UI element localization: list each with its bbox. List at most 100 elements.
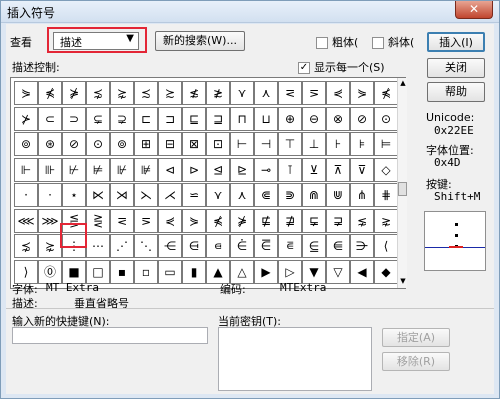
symbol-cell[interactable]: ⋢ bbox=[254, 208, 278, 233]
bold-checkbox[interactable]: 粗体( bbox=[316, 34, 358, 50]
symbol-cell[interactable]: ⋥ bbox=[326, 208, 350, 233]
symbol-cell[interactable]: ⊚ bbox=[110, 132, 134, 156]
symbol-cell[interactable]: ⋏ bbox=[230, 183, 254, 207]
checkbox-box[interactable] bbox=[316, 37, 328, 49]
checkbox-box[interactable] bbox=[372, 37, 384, 49]
symbol-cell[interactable]: ⋱ bbox=[134, 234, 158, 258]
symbol-cell[interactable]: ⋩ bbox=[38, 234, 62, 258]
symbol-cell[interactable]: ▭ bbox=[158, 259, 182, 284]
scroll-down-icon[interactable]: ▼ bbox=[399, 277, 407, 285]
symbol-cell[interactable]: ⊦ bbox=[326, 132, 350, 156]
symbol-cell[interactable]: ⊳ bbox=[182, 157, 206, 182]
symbol-cell[interactable]: ⊏ bbox=[134, 106, 158, 131]
symbol-cell[interactable]: ⊕ bbox=[278, 106, 302, 131]
symbol-cell[interactable]: ⊗ bbox=[326, 106, 350, 131]
symbol-cell[interactable]: ⓪ bbox=[38, 259, 62, 284]
symbol-cell[interactable]: ⊃ bbox=[62, 106, 86, 131]
symbol-cell[interactable]: ⋋ bbox=[134, 183, 158, 207]
symbol-cell[interactable]: ◀ bbox=[350, 259, 374, 284]
symbol-cell[interactable]: ≵ bbox=[206, 81, 230, 105]
symbol-cell[interactable]: ⊴ bbox=[206, 157, 230, 182]
symbol-cell[interactable]: ⋦ bbox=[350, 208, 374, 233]
new-search-button[interactable]: 新的搜索(W)... bbox=[155, 31, 245, 51]
symbol-cell[interactable]: ◇ bbox=[374, 157, 398, 182]
symbol-cell[interactable]: ⋟ bbox=[350, 81, 374, 105]
symbol-cell[interactable]: ⋔ bbox=[350, 183, 374, 207]
symbol-cell[interactable]: ⋍ bbox=[182, 183, 206, 207]
symbol-cell[interactable]: ⋨ bbox=[14, 234, 38, 258]
symbol-cell[interactable]: ⋸ bbox=[302, 234, 326, 258]
symbol-cell[interactable]: ⋣ bbox=[278, 208, 302, 233]
symbol-cell[interactable]: ▽ bbox=[326, 259, 350, 284]
symbol-cell[interactable]: ⊯ bbox=[134, 157, 158, 182]
symbol-cell[interactable]: ■ bbox=[62, 259, 86, 284]
new-shortcut-input[interactable] bbox=[12, 327, 208, 344]
symbol-cell[interactable]: ▲ bbox=[206, 259, 230, 284]
symbol-cell[interactable]: ▼ bbox=[302, 259, 326, 284]
symbol-cell[interactable]: △ bbox=[230, 259, 254, 284]
symbol-cell[interactable]: ⋏ bbox=[254, 81, 278, 105]
symbol-cell[interactable]: ⊘ bbox=[62, 132, 86, 156]
symbol-grid[interactable]: ⋟ ⋠ ⋡ ⋨ ⋩ ≾ ≿ ≴ ≵ ⋎ ⋏ ⋜ ⋝ ⋞ ⋟ ⋠ ⊁ ⊂ ⊃ ⊊ ⊋ ⊏ ⊐ ⊑ ⊒ ⊓ ⊔ ⊕ ⊖ ⊗ ⊘ ⊙ ⊚ ⊛ ⊘ ⊙ ⊚ ⊞ ⊟ ⊠… bbox=[10, 77, 407, 289]
symbol-cell[interactable]: ≾ bbox=[134, 81, 158, 105]
symbol-cell[interactable]: ⊬ bbox=[62, 157, 86, 182]
symbol-cell[interactable]: ⊐ bbox=[158, 106, 182, 131]
symbol-cell[interactable]: ⋰ bbox=[110, 234, 134, 258]
symbol-cell[interactable]: ⊸ bbox=[254, 157, 278, 182]
symbol-cell[interactable]: ⊽ bbox=[350, 157, 374, 182]
symbol-cell[interactable]: ⋡ bbox=[62, 81, 86, 105]
symbol-cell[interactable]: ⋞ bbox=[326, 81, 350, 105]
window-close-button[interactable]: ✕ bbox=[455, 1, 493, 19]
symbol-cell[interactable]: ⊧ bbox=[350, 132, 374, 156]
symbol-cell[interactable]: ⊤ bbox=[278, 132, 302, 156]
symbol-cell[interactable]: ⊩ bbox=[14, 157, 38, 182]
symbol-cell[interactable]: ⊋ bbox=[110, 106, 134, 131]
symbol-cell[interactable]: · bbox=[14, 183, 38, 207]
symbol-cell[interactable]: ⋌ bbox=[158, 183, 182, 207]
symbol-cell[interactable]: ▮ bbox=[182, 259, 206, 284]
symbol-cell[interactable]: ⊖ bbox=[302, 106, 326, 131]
symbol-cell[interactable]: ⋜ bbox=[110, 208, 134, 233]
symbol-cell[interactable]: ▫ bbox=[134, 259, 158, 284]
symbol-cell[interactable]: ⊁ bbox=[14, 106, 38, 131]
symbol-cell[interactable]: ⟨ bbox=[374, 234, 398, 258]
symbol-cell[interactable]: ⊭ bbox=[86, 157, 110, 182]
symbol-cell[interactable]: ⋟ bbox=[14, 81, 38, 105]
symbol-cell[interactable]: ⋲ bbox=[158, 234, 182, 258]
symbol-cell[interactable]: ⋧ bbox=[374, 208, 398, 233]
assign-button[interactable]: 指定(A) bbox=[382, 328, 450, 347]
symbol-cell[interactable]: ⊙ bbox=[374, 106, 398, 131]
symbol-cell[interactable]: ▶ bbox=[254, 259, 278, 284]
symbol-cell[interactable]: □ bbox=[86, 259, 110, 284]
symbol-cell[interactable]: ⋅ bbox=[38, 183, 62, 207]
symbol-cell[interactable]: ⊼ bbox=[326, 157, 350, 182]
symbol-cell[interactable]: ⊣ bbox=[254, 132, 278, 156]
symbol-cell[interactable]: ⊚ bbox=[14, 132, 38, 156]
symbol-cell[interactable]: ⊲ bbox=[158, 157, 182, 182]
symbol-cell[interactable]: ⋐ bbox=[254, 183, 278, 207]
symbol-cell[interactable]: ⋘ bbox=[14, 208, 38, 233]
symbol-cell[interactable]: ⊵ bbox=[230, 157, 254, 182]
symbol-cell[interactable]: ⋝ bbox=[302, 81, 326, 105]
symbol-cell[interactable]: ⋙ bbox=[38, 208, 62, 233]
symbol-cell[interactable]: ⊥ bbox=[302, 132, 326, 156]
symbol-cell[interactable]: ⋎ bbox=[206, 183, 230, 207]
symbol-cell[interactable]: ⋕ bbox=[374, 183, 398, 207]
symbol-cell[interactable]: ⋠ bbox=[374, 81, 398, 105]
symbol-cell[interactable]: ⋆ bbox=[62, 183, 86, 207]
view-select[interactable]: 描述 ▼ bbox=[53, 32, 139, 50]
symbol-cell[interactable]: ⊔ bbox=[254, 106, 278, 131]
symbol-cell[interactable]: ⋺ bbox=[350, 234, 374, 258]
checkmark-icon[interactable]: ✓ bbox=[298, 62, 310, 74]
symbol-cell[interactable]: ⋹ bbox=[326, 234, 350, 258]
italic-checkbox[interactable]: 斜体( bbox=[372, 34, 414, 50]
current-key-list[interactable] bbox=[218, 327, 372, 391]
symbol-cell[interactable]: ⊛ bbox=[38, 132, 62, 156]
symbol-cell[interactable]: ⋑ bbox=[278, 183, 302, 207]
symbol-cell[interactable]: ⋩ bbox=[110, 81, 134, 105]
symbol-cell[interactable]: ⊡ bbox=[206, 132, 230, 156]
symbol-cell[interactable]: ⟩ bbox=[14, 259, 38, 284]
symbol-cell[interactable]: ⋒ bbox=[302, 183, 326, 207]
symbol-cell[interactable]: ⋠ bbox=[206, 208, 230, 233]
symbol-cell[interactable]: ⋨ bbox=[86, 81, 110, 105]
